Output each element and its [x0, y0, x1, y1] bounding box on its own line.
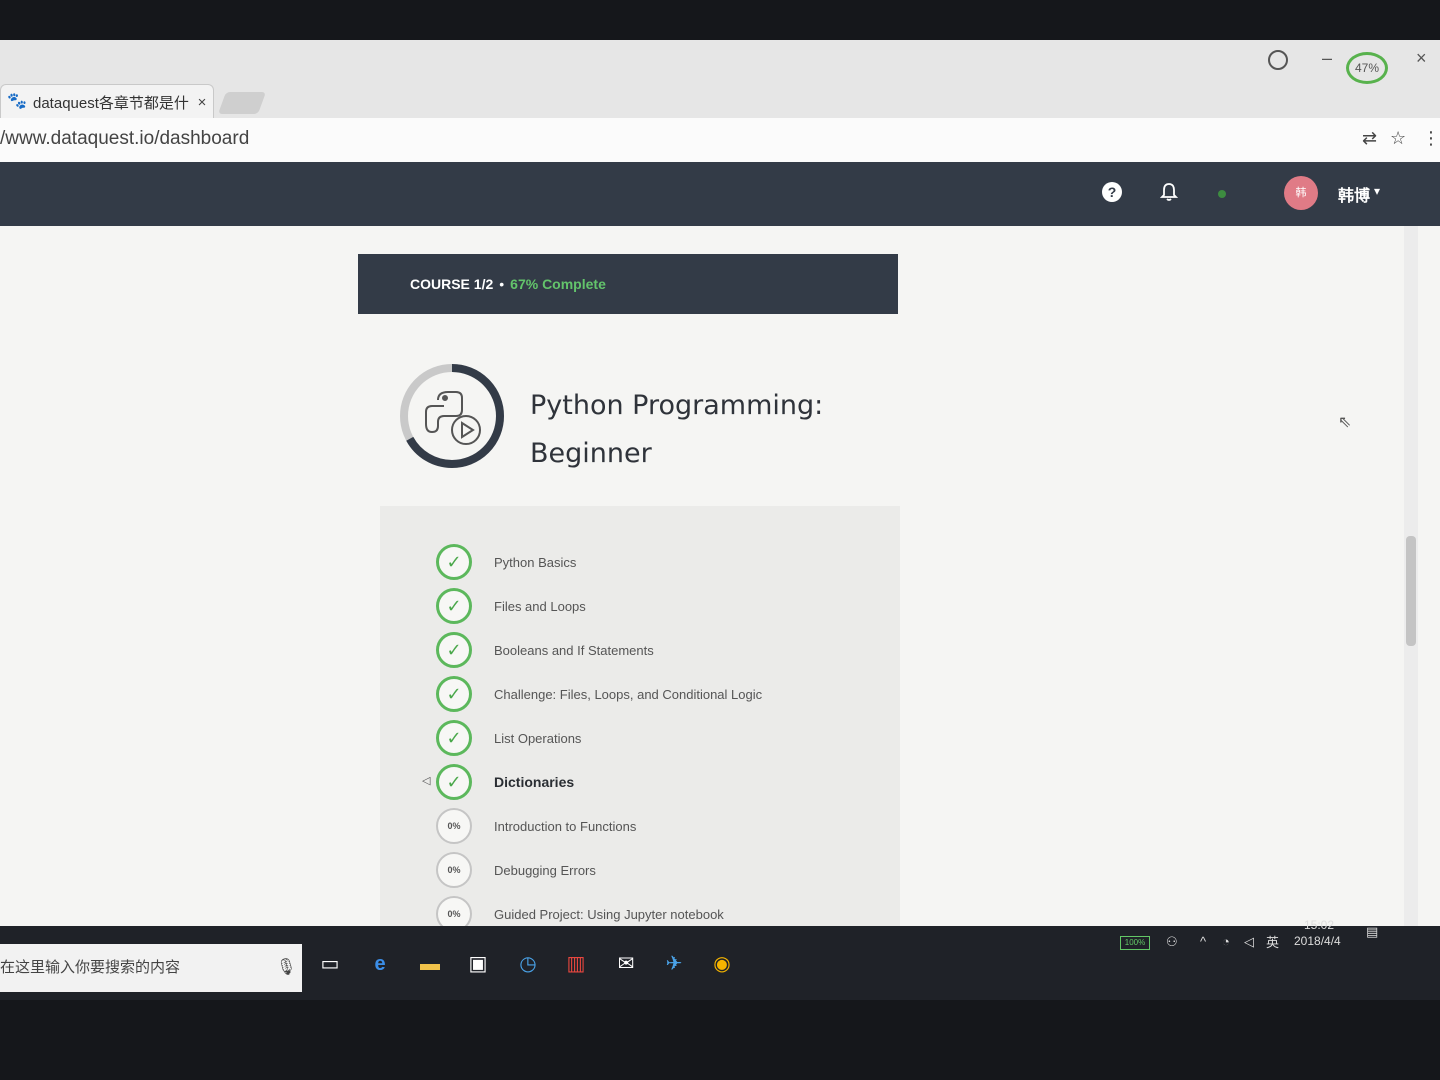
battery-icon[interactable]: 100%	[1120, 936, 1150, 950]
help-icon[interactable]: ?	[1102, 182, 1122, 202]
scrollbar-thumb[interactable]	[1406, 536, 1416, 646]
bell-svg	[1159, 183, 1179, 201]
minimize-button[interactable]: –	[1322, 48, 1332, 69]
mission-step-label: Files and Loops	[494, 598, 586, 614]
taskbar-search-input[interactable]: 在这里输入你要搜索的内容 🎙	[0, 944, 302, 992]
clock-time[interactable]: 15:02	[1304, 918, 1334, 932]
separator: •	[499, 276, 505, 292]
windows-taskbar: 在这里输入你要搜索的内容 🎙 ▭ e ▬ ▣ ◷ ▥ ✉ ✈ ◉ 100% ⚇ …	[0, 918, 1440, 1000]
mission-step[interactable]: 0% Introduction to Functions	[436, 806, 636, 846]
paw-favicon-icon: 🐾	[7, 93, 27, 110]
app-header: ? 韩 韩博 ▾	[0, 162, 1440, 226]
avatar[interactable]: 韩	[1284, 176, 1318, 210]
course-icon[interactable]	[398, 362, 506, 470]
course-complete-label: 67% Complete	[510, 276, 606, 292]
course-title-line1: Python Programming:	[530, 390, 824, 421]
screen: 🐾 dataquest各章节都是什 × – 47% × /www.dataque…	[0, 40, 1440, 1000]
python-play-icon	[425, 391, 481, 445]
bell-icon[interactable]	[1159, 182, 1179, 207]
step-progress-badge: 0%	[436, 808, 472, 844]
tab-close-icon[interactable]: ×	[191, 94, 213, 111]
course-index: COURSE 1/2	[410, 276, 494, 292]
chevron-down-icon[interactable]: ▾	[1374, 184, 1380, 198]
course-progress-bar: COURSE 1/2 • 67% Complete	[358, 254, 898, 314]
browser-tab[interactable]: 🐾 dataquest各章节都是什 ×	[0, 84, 214, 119]
volume-icon[interactable]: ◁	[1244, 934, 1254, 950]
close-window-button[interactable]: ×	[1416, 48, 1427, 69]
clock-app-icon[interactable]: ◷	[514, 950, 542, 978]
mission-step-label: Booleans and If Statements	[494, 642, 654, 658]
mission-step-label: Dictionaries	[494, 774, 575, 790]
course-progress-ring	[400, 364, 504, 468]
tab-title: dataquest各章节都是什	[33, 94, 189, 112]
store-icon[interactable]: ▣	[464, 950, 492, 978]
mission-step[interactable]: ✓ List Operations	[436, 718, 581, 758]
mission-step[interactable]: ✓ Python Basics	[436, 542, 576, 582]
status-dot	[1218, 190, 1226, 198]
bookmark-star-icon[interactable]: ☆	[1390, 128, 1406, 149]
mission-step-label: List Operations	[494, 730, 582, 746]
task-view-icon[interactable]: ▭	[316, 950, 344, 978]
ime-indicator[interactable]: 英	[1266, 932, 1279, 951]
page-scrollbar[interactable]	[1404, 226, 1418, 926]
app-bird-icon[interactable]: ✈	[660, 950, 688, 978]
notification-icon[interactable]: ▤	[1366, 924, 1378, 940]
browser-tabstrip: 🐾 dataquest各章节都是什 × – 47% ×	[0, 40, 1440, 119]
chrome-icon[interactable]: ◉	[708, 950, 736, 978]
check-icon: ✓	[436, 588, 472, 624]
mission-step[interactable]: ✓ Challenge: Files, Loops, and Conditiona…	[436, 674, 762, 714]
kebab-menu-icon[interactable]: ⋮	[1422, 128, 1440, 149]
address-bar[interactable]: /www.dataquest.io/dashboard ⇄ ☆ ⋮	[0, 118, 1440, 163]
mouse-cursor-icon: ⇖	[1338, 414, 1352, 431]
current-step-marker-icon: ◁	[422, 775, 431, 787]
check-icon: ✓	[436, 632, 472, 668]
mission-step[interactable]: ✓ Booleans and If Statements	[436, 630, 654, 670]
zoom-badge: 47%	[1346, 52, 1388, 84]
profile-icon[interactable]	[1268, 50, 1288, 70]
mission-step-label: Python Basics	[494, 554, 577, 570]
url-text[interactable]: /www.dataquest.io/dashboard	[0, 128, 249, 150]
chevron-up-icon[interactable]: ^	[1200, 934, 1206, 949]
mission-step-label: Challenge: Files, Loops, and Conditional…	[494, 686, 763, 702]
dashboard-content: COURSE 1/2 • 67% Complete Python Program…	[0, 226, 1440, 976]
mail-icon[interactable]: ✉	[612, 950, 640, 978]
mission-step-label: Debugging Errors	[494, 862, 596, 878]
course-title[interactable]: Python Programming: Beginner	[530, 382, 830, 478]
step-progress-badge: 0%	[436, 852, 472, 888]
course-title-line2: Beginner	[530, 438, 652, 469]
mission-step-label: Introduction to Functions	[494, 818, 637, 834]
new-tab-button[interactable]	[217, 92, 267, 114]
check-icon: ✓	[436, 544, 472, 580]
microphone-icon[interactable]: 🎙	[276, 944, 296, 992]
check-icon: ✓	[436, 720, 472, 756]
username[interactable]: 韩博	[1338, 182, 1370, 206]
translate-icon[interactable]: ⇄	[1362, 128, 1377, 149]
clock-date[interactable]: 2018/4/4	[1294, 934, 1341, 948]
check-icon: ✓	[436, 764, 472, 800]
mission-step[interactable]: ✓ Files and Loops	[436, 586, 586, 626]
search-placeholder: 在这里输入你要搜索的内容	[0, 959, 181, 976]
check-icon: ✓	[436, 676, 472, 712]
mission-step[interactable]: 0% Debugging Errors	[436, 850, 596, 890]
office-app-icon[interactable]: ▥	[562, 950, 590, 978]
mission-step-label: Guided Project: Using Jupyter notebook	[494, 906, 724, 922]
wifi-icon[interactable]: ◔	[1222, 934, 1230, 949]
mission-step[interactable]: ◁ ✓ Dictionaries	[422, 762, 575, 802]
people-icon[interactable]: ⚇	[1166, 934, 1178, 950]
edge-browser-icon[interactable]: e	[366, 950, 394, 978]
file-explorer-icon[interactable]: ▬	[416, 950, 444, 978]
course-card: COURSE 1/2 • 67% Complete Python Program…	[358, 254, 900, 976]
mission-list: ✓ Python Basics ✓ Files and Loops ✓ Booleans …	[380, 506, 900, 976]
